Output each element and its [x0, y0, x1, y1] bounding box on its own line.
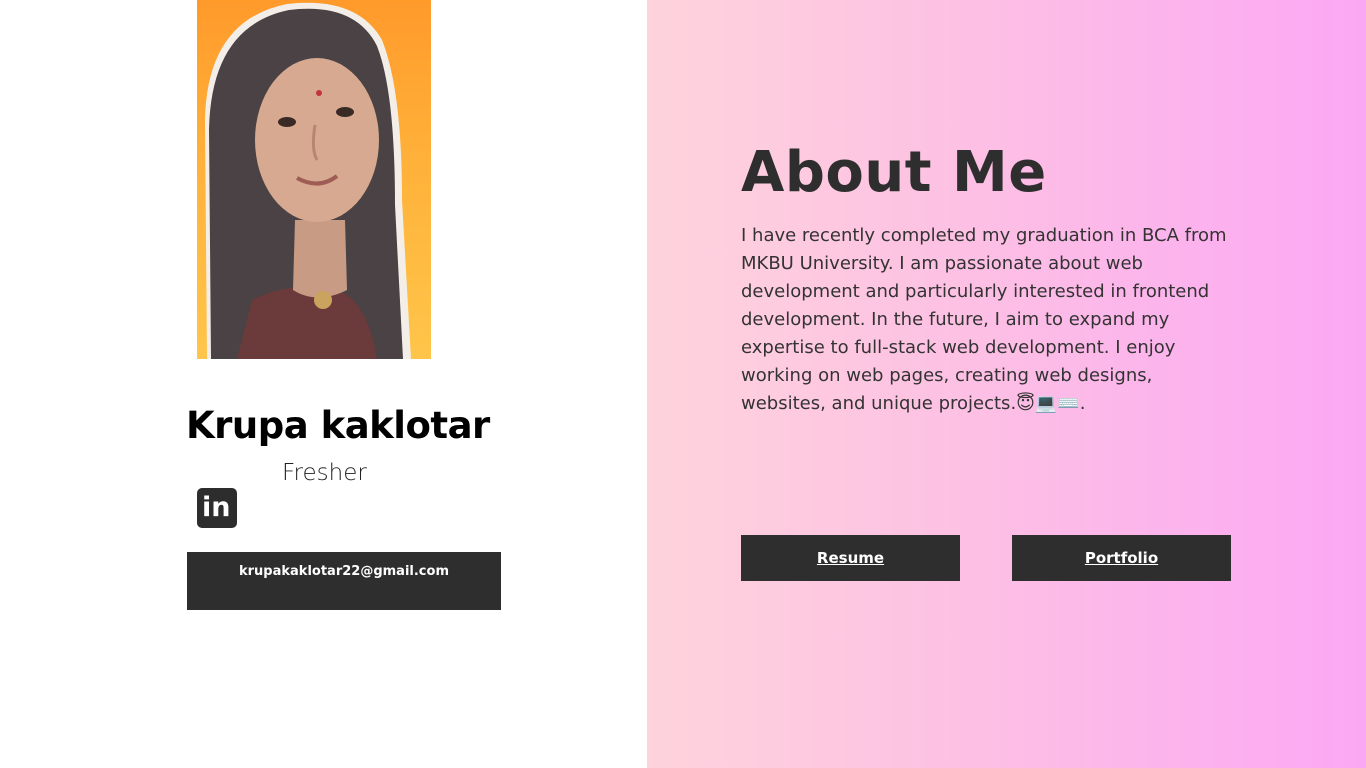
resume-button[interactable]: Resume [741, 535, 960, 581]
about-title: About Me [741, 140, 1047, 205]
profile-photo [197, 0, 431, 359]
email-button[interactable]: krupakaklotar22@gmail.com [187, 552, 501, 610]
profile-name: Krupa kaklotar [186, 404, 490, 447]
profile-role: Fresher [282, 460, 367, 486]
profile-panel: Krupa kaklotar Fresher in krupakaklotar2… [0, 0, 647, 768]
linkedin-icon-label: in [202, 492, 231, 523]
linkedin-icon[interactable]: in [197, 488, 237, 528]
portfolio-button[interactable]: Portfolio [1012, 535, 1231, 581]
email-text: krupakaklotar22@gmail.com [239, 564, 449, 579]
about-text: I have recently completed my graduation … [741, 225, 1227, 414]
